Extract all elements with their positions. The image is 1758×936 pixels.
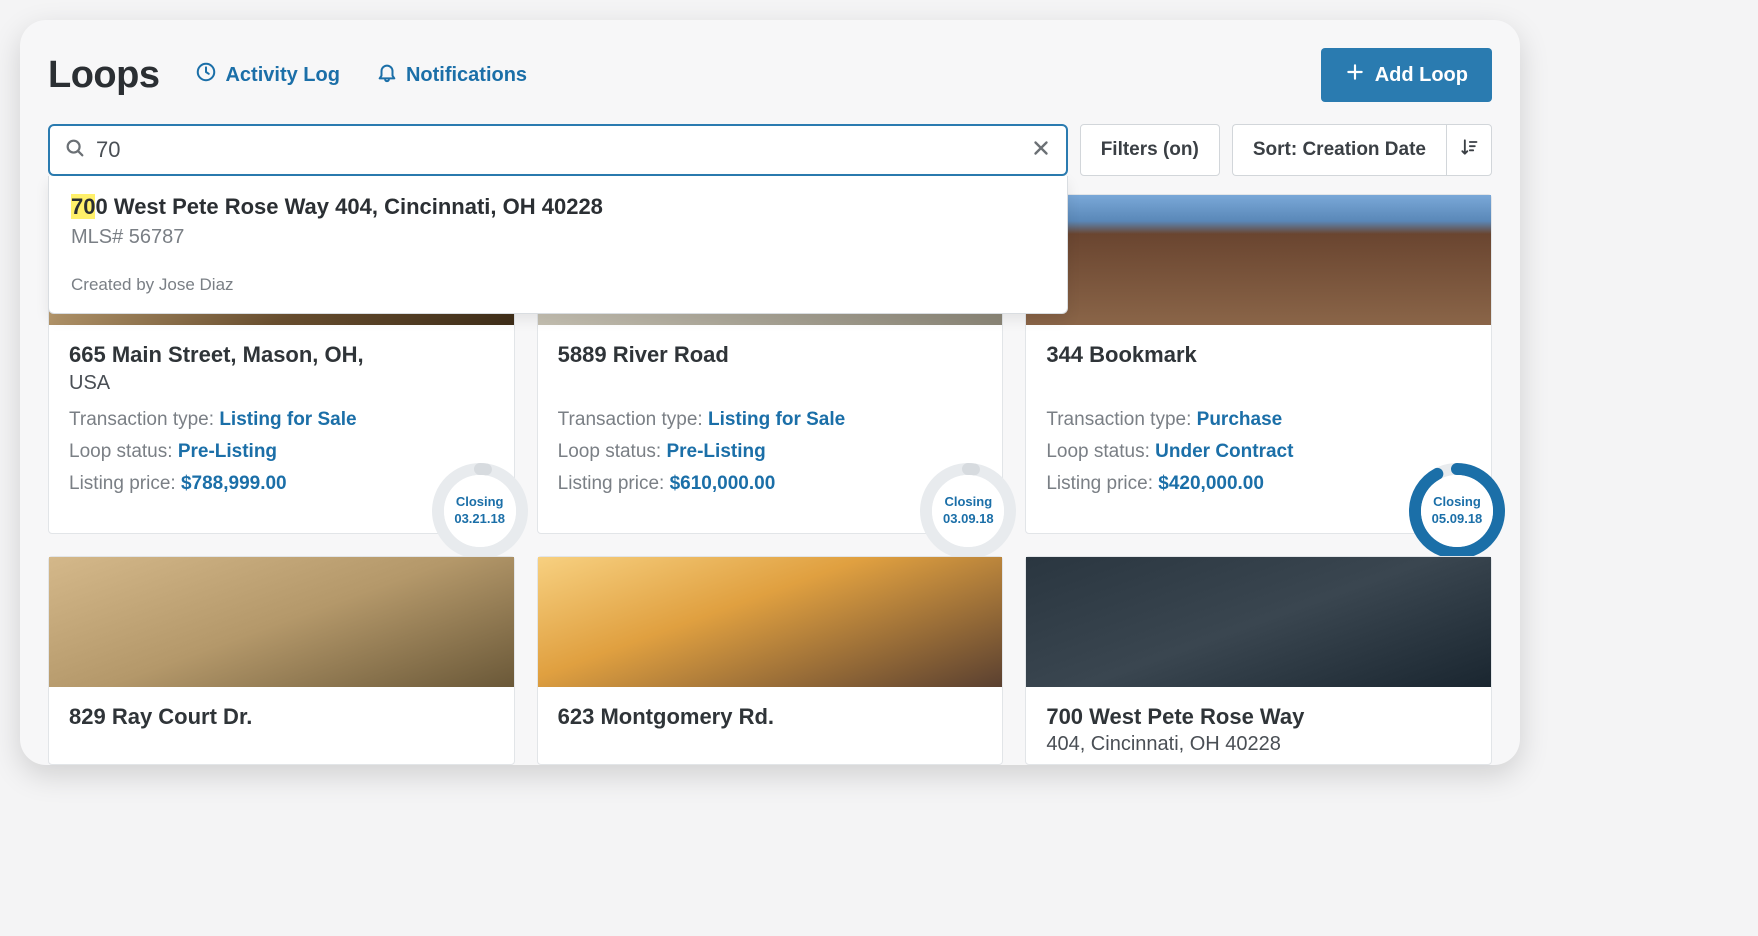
card-body: 700 West Pete Rose Way 404, Cincinnati, … <box>1026 687 1491 765</box>
add-loop-label: Add Loop <box>1375 64 1468 87</box>
notifications-label: Notifications <box>406 64 527 87</box>
clock-icon <box>195 61 217 89</box>
transaction-type-label: Transaction type: <box>1046 409 1191 430</box>
transaction-type-label: Transaction type: <box>558 409 703 430</box>
card-title: 665 Main Street, Mason, OH, <box>69 341 494 370</box>
loop-card[interactable]: 344 Bookmark Transaction type: Purchase … <box>1025 194 1492 534</box>
search-suggestion[interactable]: 700 West Pete Rose Way 404, Cincinnati, … <box>48 176 1068 314</box>
loop-status-row: Loop status: Under Contract <box>1046 441 1471 463</box>
card-body: 344 Bookmark Transaction type: Purchase … <box>1026 325 1491 533</box>
loop-status-value: Pre-Listing <box>178 441 277 462</box>
activity-log-link[interactable]: Activity Log <box>195 61 339 89</box>
sort-group: Sort: Creation Date <box>1232 124 1492 176</box>
card-body: 5889 River Road Transaction type: Listin… <box>538 325 1003 533</box>
app-frame: Loops Activity Log Notifications Add Loo… <box>20 20 1520 765</box>
transaction-type-value: Purchase <box>1197 409 1283 430</box>
card-title: 623 Montgomery Rd. <box>558 703 983 732</box>
listing-price-label: Listing price: <box>558 473 665 494</box>
suggestion-rest: 0 West Pete Rose Way 404, Cincinnati, OH… <box>95 194 602 219</box>
plus-icon <box>1345 62 1365 88</box>
card-title: 829 Ray Court Dr. <box>69 703 494 732</box>
ring-date: 03.21.18 <box>454 511 505 527</box>
clear-search-button[interactable] <box>1030 137 1052 164</box>
loop-status-row: Loop status: Pre-Listing <box>69 441 494 463</box>
card-subtitle <box>558 372 983 395</box>
card-body: 623 Montgomery Rd. <box>538 687 1003 742</box>
page-title: Loops <box>48 54 159 97</box>
card-subtitle: 404, Cincinnati, OH 40228 <box>1046 733 1471 756</box>
card-body: 665 Main Street, Mason, OH, USA Transact… <box>49 325 514 533</box>
suggestion-created-by: Created by Jose Diaz <box>71 275 1045 295</box>
loop-status-label: Loop status: <box>1046 441 1150 462</box>
transaction-type-row: Transaction type: Listing for Sale <box>69 409 494 431</box>
ring-date: 03.09.18 <box>943 511 994 527</box>
card-title: 5889 River Road <box>558 341 983 370</box>
bell-icon <box>376 61 398 89</box>
add-loop-button[interactable]: Add Loop <box>1321 48 1492 102</box>
search-wrap: 700 West Pete Rose Way 404, Cincinnati, … <box>48 124 1068 176</box>
cards-row-2: 829 Ray Court Dr. 623 Montgomery Rd. 700… <box>48 556 1492 766</box>
loop-status-label: Loop status: <box>558 441 662 462</box>
card-title: 700 West Pete Rose Way <box>1046 703 1471 732</box>
transaction-type-value: Listing for Sale <box>708 409 845 430</box>
filters-label: Filters (on) <box>1101 139 1199 161</box>
filters-button[interactable]: Filters (on) <box>1080 124 1220 176</box>
transaction-type-row: Transaction type: Listing for Sale <box>558 409 983 431</box>
activity-log-label: Activity Log <box>225 64 339 87</box>
card-body: 829 Ray Court Dr. <box>49 687 514 742</box>
listing-price-label: Listing price: <box>69 473 176 494</box>
transaction-type-value: Listing for Sale <box>219 409 356 430</box>
card-image <box>1026 557 1491 687</box>
notifications-link[interactable]: Notifications <box>376 61 527 89</box>
listing-price-label: Listing price: <box>1046 473 1153 494</box>
loop-status-label: Loop status: <box>69 441 173 462</box>
ring-date: 05.09.18 <box>1432 511 1483 527</box>
search-icon <box>64 137 86 164</box>
card-image <box>1026 195 1491 325</box>
card-subtitle: USA <box>69 372 494 395</box>
loop-card[interactable]: 623 Montgomery Rd. <box>537 556 1004 766</box>
closing-ring: Closing 05.09.18 <box>1407 461 1507 561</box>
loop-card[interactable]: 700 West Pete Rose Way 404, Cincinnati, … <box>1025 556 1492 766</box>
listing-price-value: $420,000.00 <box>1158 473 1264 494</box>
ring-label: Closing <box>456 494 504 510</box>
listing-price-value: $610,000.00 <box>670 473 776 494</box>
ring-label: Closing <box>1433 494 1481 510</box>
closing-ring: Closing 03.09.18 <box>918 461 1018 561</box>
sort-label: Sort: Creation Date <box>1253 139 1426 161</box>
suggestion-highlight: 70 <box>71 194 95 219</box>
card-subtitle <box>1046 372 1471 395</box>
search-input[interactable] <box>96 137 1020 163</box>
closing-ring: Closing 03.21.18 <box>430 461 530 561</box>
card-image <box>49 557 514 687</box>
loop-card[interactable]: 829 Ray Court Dr. <box>48 556 515 766</box>
sort-button[interactable]: Sort: Creation Date <box>1232 124 1446 176</box>
suggestion-mls: MLS# 56787 <box>71 226 1045 249</box>
transaction-type-label: Transaction type: <box>69 409 214 430</box>
sort-desc-icon <box>1459 137 1479 163</box>
loop-status-row: Loop status: Pre-Listing <box>558 441 983 463</box>
loop-status-value: Under Contract <box>1155 441 1293 462</box>
controls-row: 700 West Pete Rose Way 404, Cincinnati, … <box>48 124 1492 176</box>
card-title: 344 Bookmark <box>1046 341 1471 370</box>
ring-label: Closing <box>944 494 992 510</box>
loop-status-value: Pre-Listing <box>666 441 765 462</box>
transaction-type-row: Transaction type: Purchase <box>1046 409 1471 431</box>
search-box[interactable] <box>48 124 1068 176</box>
top-bar: Loops Activity Log Notifications Add Loo… <box>48 48 1492 102</box>
card-image <box>538 557 1003 687</box>
sort-direction-button[interactable] <box>1446 124 1492 176</box>
suggestion-address: 700 West Pete Rose Way 404, Cincinnati, … <box>71 194 1045 220</box>
listing-price-value: $788,999.00 <box>181 473 287 494</box>
